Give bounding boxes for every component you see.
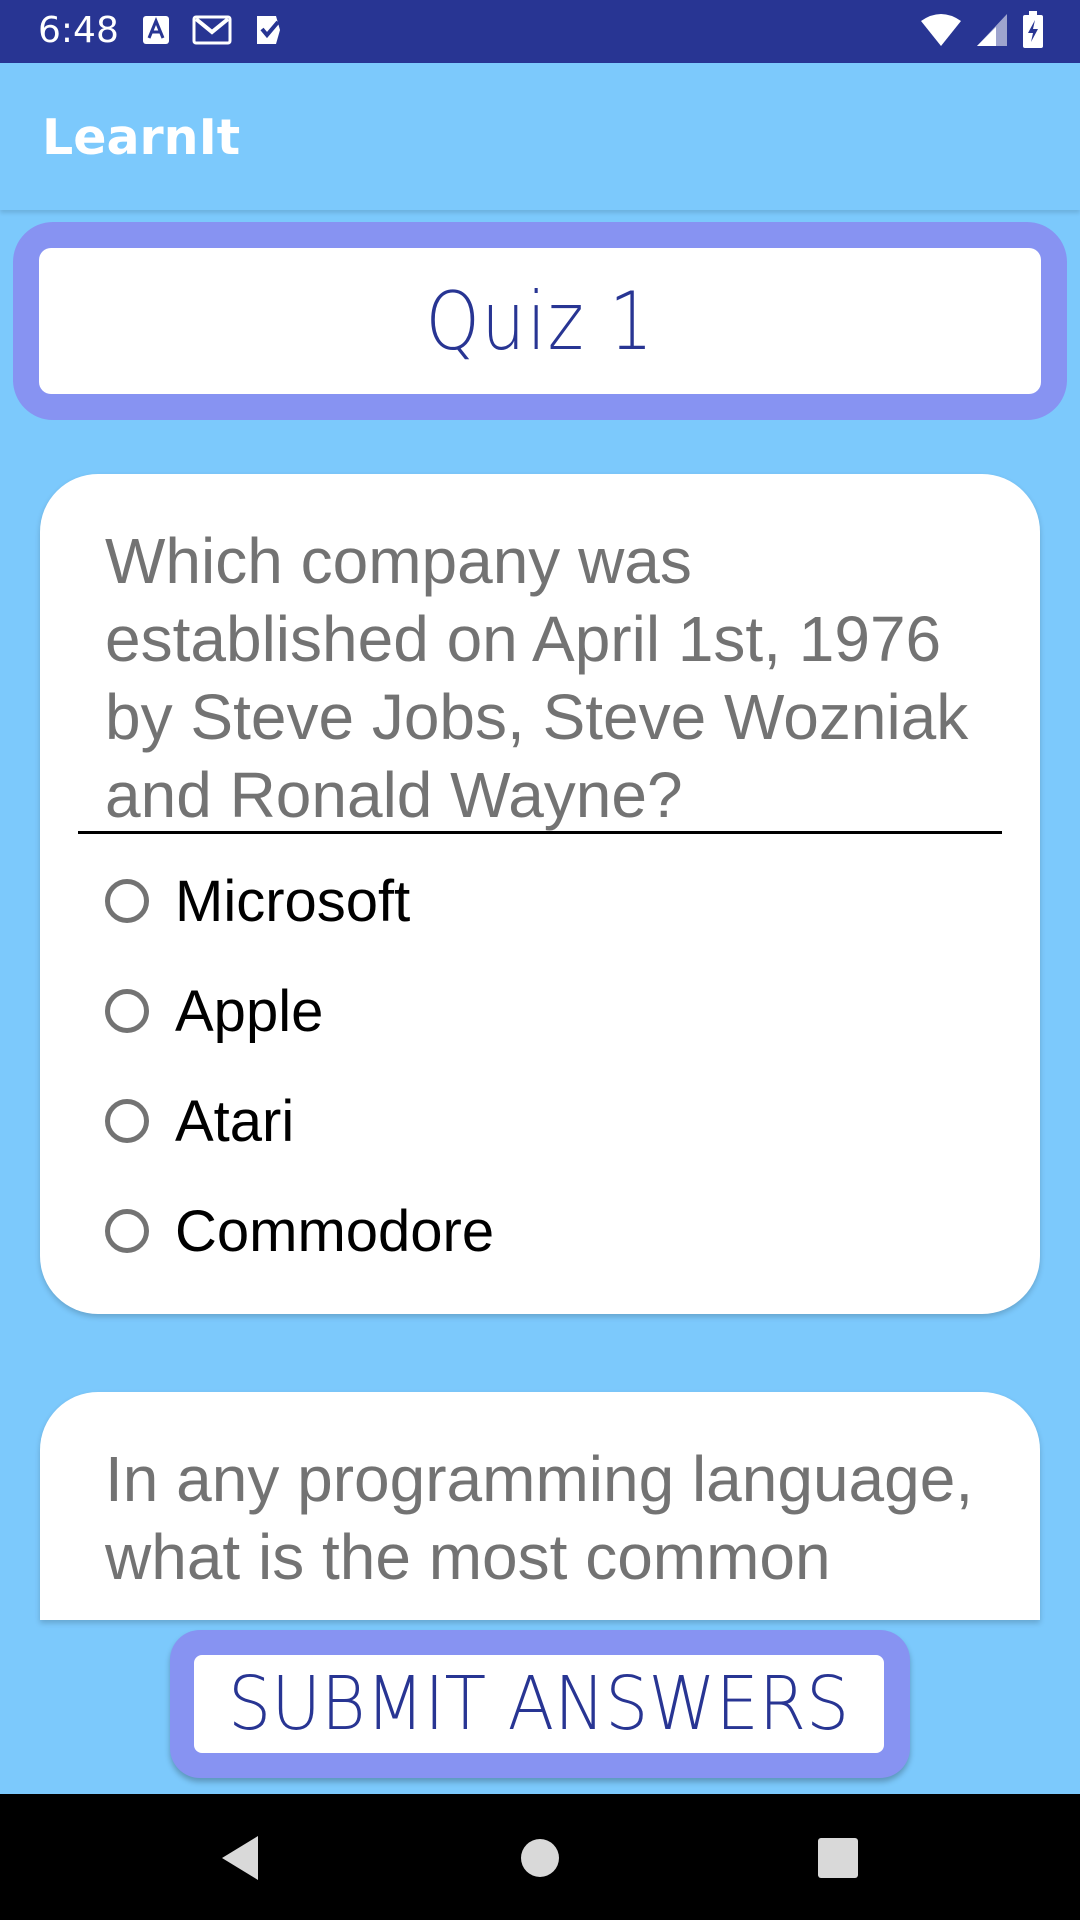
tasks-icon	[254, 14, 286, 50]
option-label: Atari	[175, 1088, 295, 1154]
signal-icon	[976, 13, 1008, 51]
option-apple[interactable]: Apple	[105, 956, 985, 1066]
gmail-icon	[192, 15, 232, 49]
navigation-bar	[0, 1794, 1080, 1920]
submit-answers-button[interactable]: SUBMIT ANSWERS	[194, 1655, 884, 1753]
wifi-icon	[920, 13, 962, 51]
system-icons	[920, 11, 1044, 53]
radio-button[interactable]	[105, 989, 149, 1033]
question-divider	[78, 831, 1002, 834]
notification-icons	[142, 14, 286, 50]
option-label: Commodore	[175, 1198, 495, 1264]
question-text: In any programming language, what is the…	[105, 1443, 974, 1593]
radio-button[interactable]	[105, 879, 149, 923]
status-time: 6:48	[38, 10, 119, 51]
radio-button[interactable]	[105, 1209, 149, 1253]
question-text: Which company was established on April 1…	[105, 525, 969, 831]
back-icon[interactable]	[214, 1830, 270, 1886]
option-label: Apple	[175, 978, 324, 1044]
battery-icon	[1022, 11, 1044, 53]
option-microsoft[interactable]: Microsoft	[105, 846, 985, 956]
app-bar: LearnIt	[0, 63, 1080, 210]
quiz-header: Quiz 1	[39, 248, 1041, 394]
app-title: LearnIt	[42, 109, 241, 166]
submit-frame: SUBMIT ANSWERS	[170, 1630, 910, 1778]
option-atari[interactable]: Atari	[105, 1066, 985, 1176]
option-commodore[interactable]: Commodore	[105, 1176, 985, 1286]
quiz-header-frame: Quiz 1	[13, 222, 1067, 420]
option-label: Microsoft	[175, 868, 411, 934]
font-icon	[142, 15, 170, 49]
question-card: Which company was established on April 1…	[40, 474, 1040, 1314]
submit-label: SUBMIT ANSWERS	[228, 1661, 850, 1747]
radio-button[interactable]	[105, 1099, 149, 1143]
status-bar: 6:48	[0, 0, 1080, 63]
question-card: In any programming language, what is the…	[40, 1392, 1040, 1620]
quiz-title: Quiz 1	[425, 274, 655, 368]
answer-options: Microsoft Apple Atari Commodore	[105, 846, 985, 1286]
recents-icon[interactable]	[810, 1830, 866, 1886]
home-icon[interactable]	[512, 1830, 568, 1886]
